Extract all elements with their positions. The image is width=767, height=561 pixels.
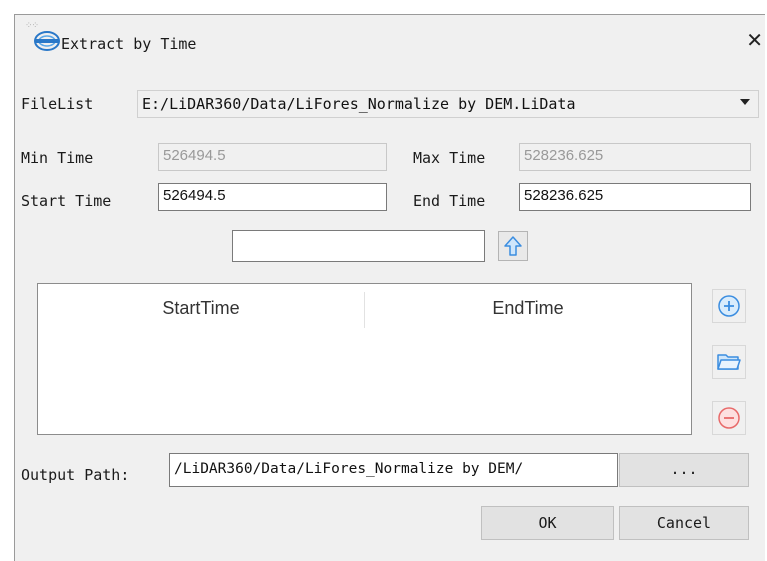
- end-time-label: End Time: [413, 192, 486, 210]
- filelist-label: FileList: [21, 95, 94, 113]
- start-time-input[interactable]: 526494.5: [158, 183, 387, 211]
- max-time-label: Max Time: [413, 149, 486, 167]
- start-time-label: Start Time: [21, 192, 112, 210]
- browse-button[interactable]: ...: [619, 453, 749, 487]
- ok-button[interactable]: OK: [481, 506, 614, 540]
- folder-open-icon: [717, 354, 741, 370]
- cancel-button[interactable]: Cancel: [619, 506, 749, 540]
- title-bar[interactable]: ⁘⁘ Extract by Time ✕: [15, 15, 765, 65]
- max-time-field: 528236.625: [519, 143, 751, 171]
- plus-circle-icon: [718, 295, 740, 317]
- add-range-button[interactable]: [498, 231, 528, 261]
- extract-by-time-dialog: ⁘⁘ Extract by Time ✕ FileList E:/LiDAR36…: [14, 14, 765, 561]
- chevron-down-icon: [740, 99, 750, 105]
- up-arrow-icon: [504, 236, 522, 256]
- column-header-starttime[interactable]: StartTime: [38, 284, 364, 332]
- close-icon[interactable]: ✕: [746, 28, 763, 52]
- min-time-label: Min Time: [21, 149, 94, 167]
- output-path-input[interactable]: /LiDAR360/Data/LiFores_Normalize by DEM/: [169, 453, 618, 487]
- output-path-label: Output Path:: [21, 466, 130, 484]
- time-range-input[interactable]: [232, 230, 485, 262]
- time-range-table[interactable]: StartTime EndTime: [37, 283, 692, 435]
- end-time-input[interactable]: 528236.625: [519, 183, 751, 211]
- dialog-title: Extract by Time: [61, 35, 197, 53]
- column-header-endtime[interactable]: EndTime: [365, 284, 691, 332]
- add-row-button[interactable]: [712, 289, 746, 323]
- min-time-field: 526494.5: [158, 143, 387, 171]
- filelist-selected-value: E:/LiDAR360/Data/LiFores_Normalize by DE…: [142, 95, 576, 113]
- minus-circle-icon: [718, 407, 740, 429]
- filelist-combobox[interactable]: E:/LiDAR360/Data/LiFores_Normalize by DE…: [137, 90, 759, 118]
- import-file-button[interactable]: [712, 345, 746, 379]
- remove-row-button[interactable]: [712, 401, 746, 435]
- lidar360-logo-icon: [34, 31, 60, 51]
